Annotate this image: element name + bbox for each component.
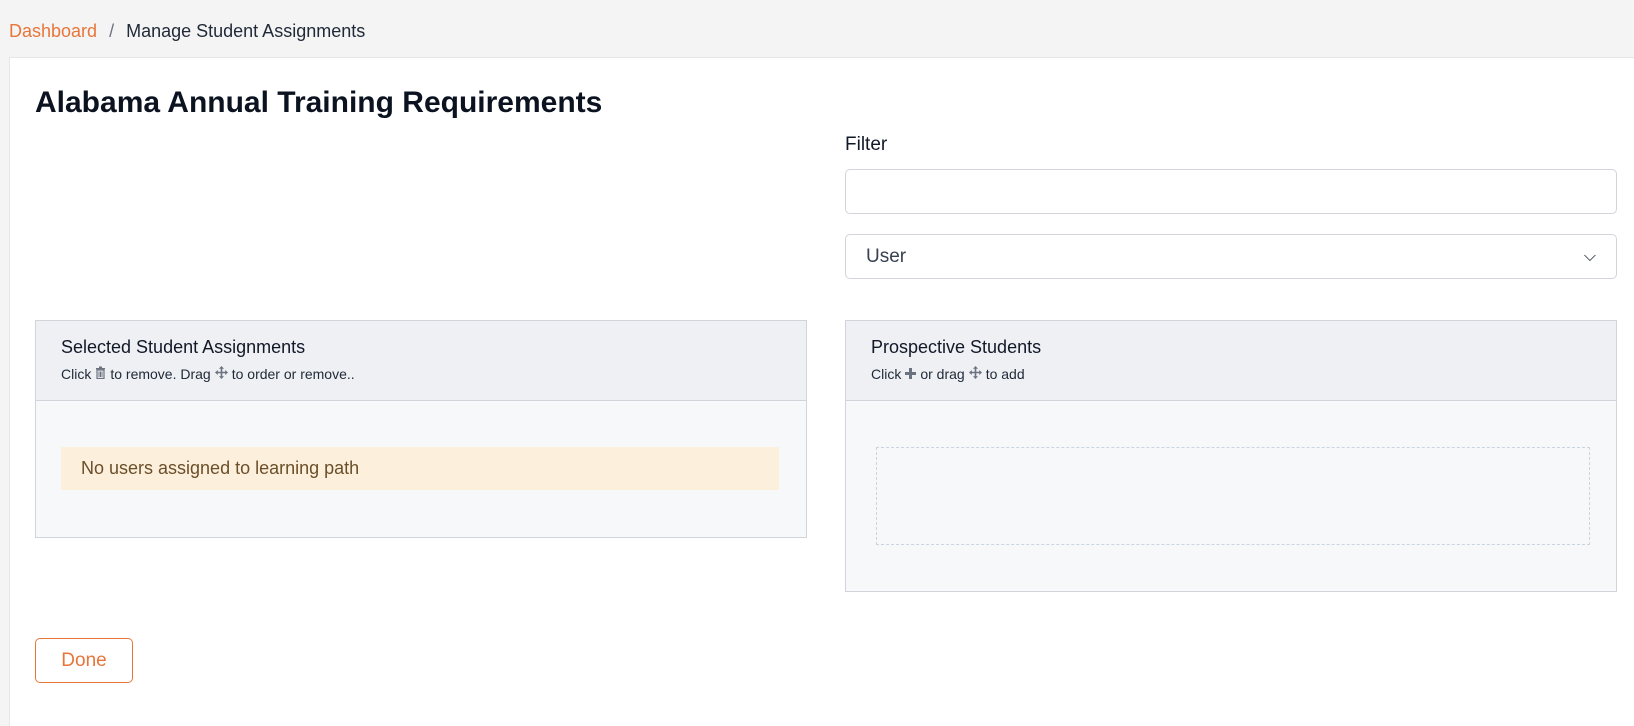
hint-remove-text: to remove. Drag [110,366,211,382]
breadcrumb-separator: / [109,20,115,41]
selected-assignments-panel: Selected Student Assignments Click to re… [35,320,807,538]
breadcrumb-current: Manage Student Assignments [126,20,366,41]
hint-add-text: to add [985,366,1025,382]
trash-icon [95,366,106,382]
chevron-down-icon: ⌵ [1583,247,1596,265]
selected-assignments-header: Selected Student Assignments Click to re… [36,321,806,401]
selected-assignments-title: Selected Student Assignments [61,337,306,357]
prospective-students-hint: Click or drag to add [871,366,1591,382]
move-icon [214,366,228,382]
page-title: Alabama Annual Training Requirements [35,86,603,119]
plus-icon [905,367,917,382]
move-icon [968,366,982,382]
filter-type-select[interactable]: User ⌵ [845,234,1617,279]
filter-type-select-value: User [866,245,907,267]
filter-label: Filter [845,134,888,155]
breadcrumb-dashboard-link[interactable]: Dashboard [9,21,97,42]
hint-click-text: Click [871,366,902,382]
selected-assignments-hint: Click to remove. Drag to order or remove… [61,366,781,382]
done-button[interactable]: Done [35,638,133,683]
main-card: Alabama Annual Training Requirements Fil… [9,57,1634,726]
prospective-students-panel: Prospective Students Click or drag to ad… [845,320,1617,592]
breadcrumb: Dashboard / Manage Student Assignments [9,19,365,43]
prospective-students-title: Prospective Students [871,337,1042,357]
prospective-students-drop-zone[interactable] [876,447,1590,545]
hint-or-drag-text: or drag [920,366,965,382]
hint-click-text: Click [61,366,92,382]
prospective-students-header: Prospective Students Click or drag to ad… [846,321,1616,401]
hint-order-text: to order or remove.. [231,366,355,382]
empty-assignments-alert: No users assigned to learning path [61,447,779,490]
filter-input[interactable] [845,169,1617,214]
